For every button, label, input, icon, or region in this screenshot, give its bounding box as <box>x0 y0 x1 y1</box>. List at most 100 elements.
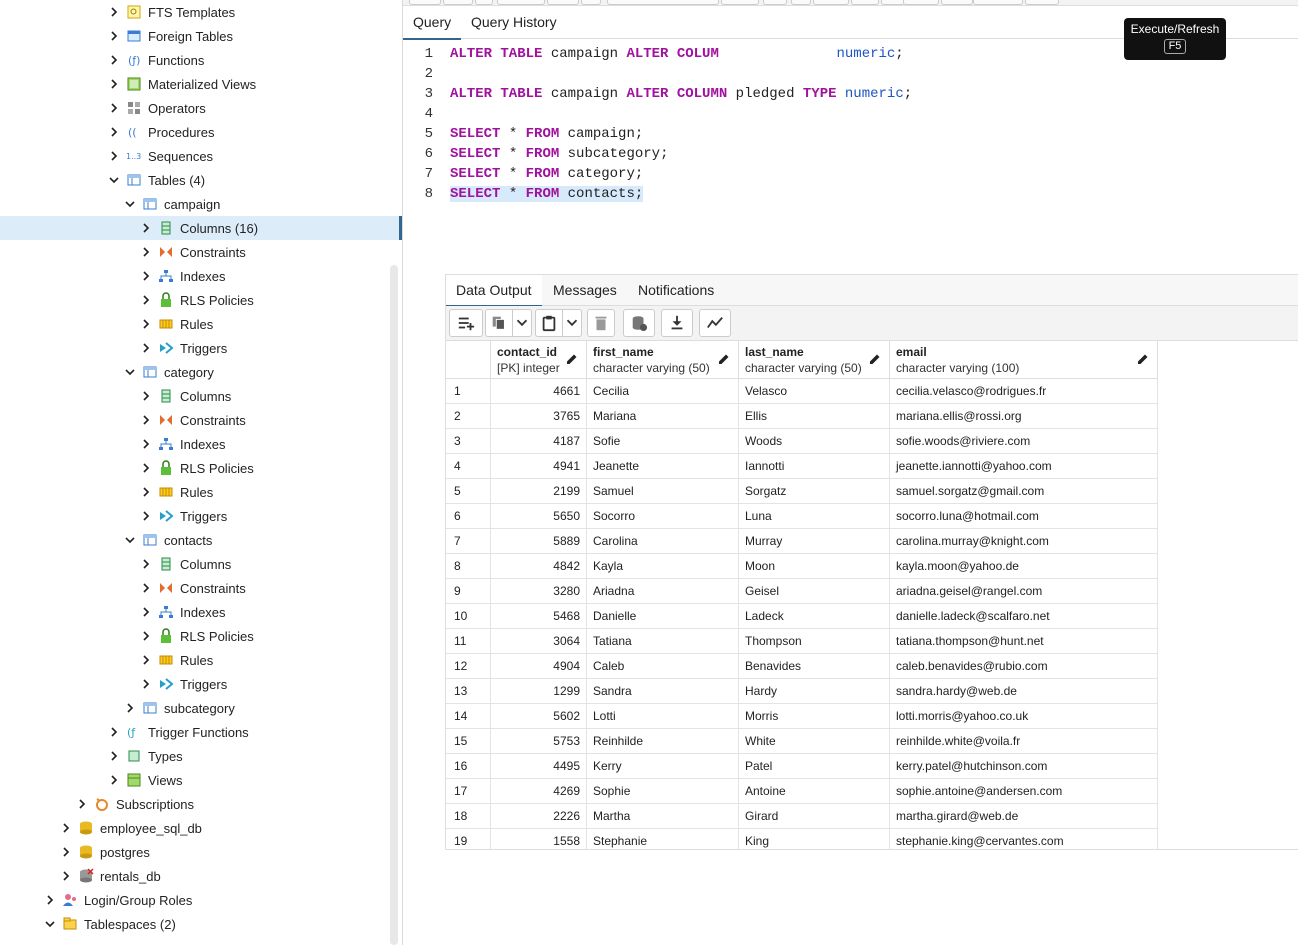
copy-button[interactable] <box>485 309 513 337</box>
chevron-down-icon[interactable] <box>122 192 138 216</box>
chevron-down-icon[interactable] <box>42 912 58 936</box>
cell-email[interactable]: stephanie.king@cervantes.com <box>890 829 1158 849</box>
graph-visualiser-button[interactable] <box>699 309 731 337</box>
table-row[interactable]: 6 5650 Socorro Luna socorro.luna@hotmail.com <box>446 504 1158 529</box>
tree-item-fts-templates[interactable]: FTS Templates <box>106 0 235 24</box>
chevron-right-icon[interactable] <box>138 384 154 408</box>
chevron-right-icon[interactable] <box>106 144 122 168</box>
chevron-right-icon[interactable] <box>122 696 138 720</box>
delete-row-button[interactable] <box>587 309 615 337</box>
row-number[interactable]: 1 <box>446 379 491 404</box>
cell-last-name[interactable]: Sorgatz <box>739 479 890 504</box>
cell-contact-id[interactable]: 4661 <box>491 379 587 404</box>
cell-email[interactable]: kerry.patel@hutchinson.com <box>890 754 1158 779</box>
cell-first-name[interactable]: Martha <box>587 804 739 829</box>
row-number[interactable]: 15 <box>446 729 491 754</box>
cell-email[interactable]: sophie.antoine@andersen.com <box>890 779 1158 804</box>
chevron-right-icon[interactable] <box>138 264 154 288</box>
cell-last-name[interactable]: Geisel <box>739 579 890 604</box>
cell-contact-id[interactable]: 3765 <box>491 404 587 429</box>
tree-item-trigger-functions[interactable]: (ƒ Trigger Functions <box>106 720 249 744</box>
row-number[interactable]: 18 <box>446 804 491 829</box>
row-number[interactable]: 2 <box>446 404 491 429</box>
tree-item-indexes[interactable]: Indexes <box>138 432 226 456</box>
cell-last-name[interactable]: Patel <box>739 754 890 779</box>
column-header-first-name[interactable]: first_name character varying (50) <box>587 341 739 379</box>
chevron-right-icon[interactable] <box>138 624 154 648</box>
tree-item-constraints[interactable]: Constraints <box>138 408 246 432</box>
tree-item-sequences[interactable]: 1..3 Sequences <box>106 144 213 168</box>
cell-email[interactable]: lotti.morris@yahoo.co.uk <box>890 704 1158 729</box>
tab-data-output[interactable]: Data Output <box>446 275 542 307</box>
chevron-down-icon[interactable] <box>106 168 122 192</box>
code-line[interactable]: SELECT * FROM campaign; <box>450 126 643 142</box>
chevron-right-icon[interactable] <box>138 552 154 576</box>
cell-contact-id[interactable]: 4495 <box>491 754 587 779</box>
cell-contact-id[interactable]: 4904 <box>491 654 587 679</box>
tree-item-types[interactable]: Types <box>106 744 183 768</box>
tree-item-rls-policies[interactable]: RLS Policies <box>138 288 254 312</box>
code-line[interactable]: ALTER TABLE campaign ALTER COLUM numeric… <box>450 46 904 62</box>
table-row[interactable]: 14 5602 Lotti Morris lotti.morris@yahoo.co.u… <box>446 704 1158 729</box>
cell-last-name[interactable]: Velasco <box>739 379 890 404</box>
chevron-right-icon[interactable] <box>138 336 154 360</box>
tree-item-rls-policies[interactable]: RLS Policies <box>138 624 254 648</box>
column-header-email[interactable]: email character varying (100) <box>890 341 1158 379</box>
column-header-contact-id[interactable]: contact_id [PK] integer <box>491 341 587 379</box>
tree-item-foreign-tables[interactable]: Foreign Tables <box>106 24 233 48</box>
cell-first-name[interactable]: Carolina <box>587 529 739 554</box>
chevron-right-icon[interactable] <box>106 96 122 120</box>
table-row[interactable]: 2 3765 Mariana Ellis mariana.ellis@rossi.org <box>446 404 1158 429</box>
tree-item-columns[interactable]: Columns <box>138 552 231 576</box>
tree-item-employee-sql-db[interactable]: employee_sql_db <box>58 816 202 840</box>
tree-item-category[interactable]: category <box>122 360 214 384</box>
table-row[interactable]: 1 4661 Cecilia Velasco cecilia.velasco@rodri… <box>446 379 1158 404</box>
row-number[interactable]: 6 <box>446 504 491 529</box>
row-number[interactable]: 5 <box>446 479 491 504</box>
cell-last-name[interactable]: White <box>739 729 890 754</box>
row-number[interactable]: 19 <box>446 829 491 849</box>
chevron-right-icon[interactable] <box>138 408 154 432</box>
cell-last-name[interactable]: Girard <box>739 804 890 829</box>
cell-last-name[interactable]: Murray <box>739 529 890 554</box>
tree-item-materialized-views[interactable]: Materialized Views <box>106 72 256 96</box>
cell-contact-id[interactable]: 3280 <box>491 579 587 604</box>
tree-scrollbar[interactable] <box>390 265 398 945</box>
cell-contact-id[interactable]: 1299 <box>491 679 587 704</box>
edit-pencil-icon[interactable] <box>718 353 730 365</box>
cell-last-name[interactable]: Antoine <box>739 779 890 804</box>
tree-item-subscriptions[interactable]: Subscriptions <box>74 792 194 816</box>
tree-item-tablespaces-2[interactable]: Tablespaces (2) <box>42 912 176 936</box>
cell-email[interactable]: carolina.murray@knight.com <box>890 529 1158 554</box>
chevron-right-icon[interactable] <box>74 792 90 816</box>
cell-contact-id[interactable]: 5468 <box>491 604 587 629</box>
table-row[interactable]: 16 4495 Kerry Patel kerry.patel@hutchinson.c… <box>446 754 1158 779</box>
chevron-down-icon[interactable] <box>122 528 138 552</box>
edit-pencil-icon[interactable] <box>869 353 881 365</box>
cell-first-name[interactable]: Kayla <box>587 554 739 579</box>
chevron-right-icon[interactable] <box>138 432 154 456</box>
tree-item-contacts[interactable]: contacts <box>122 528 212 552</box>
table-row[interactable]: 11 3064 Tatiana Thompson tatiana.thompson@hu… <box>446 629 1158 654</box>
code-line[interactable]: SELECT * FROM category; <box>450 166 643 182</box>
tree-item-tables-4[interactable]: Tables (4) <box>106 168 205 192</box>
cell-last-name[interactable]: Thompson <box>739 629 890 654</box>
save-data-button[interactable] <box>623 309 655 337</box>
cell-first-name[interactable]: Sophie <box>587 779 739 804</box>
row-number[interactable]: 12 <box>446 654 491 679</box>
cell-first-name[interactable]: Jeanette <box>587 454 739 479</box>
table-row[interactable]: 3 4187 Sofie Woods sofie.woods@riviere.com <box>446 429 1158 454</box>
cell-email[interactable]: mariana.ellis@rossi.org <box>890 404 1158 429</box>
row-number[interactable]: 3 <box>446 429 491 454</box>
cell-last-name[interactable]: King <box>739 829 890 849</box>
tree-item-constraints[interactable]: Constraints <box>138 240 246 264</box>
row-number[interactable]: 7 <box>446 529 491 554</box>
tree-item-triggers[interactable]: Triggers <box>138 672 227 696</box>
table-row[interactable]: 7 5889 Carolina Murray carolina.murray@knigh… <box>446 529 1158 554</box>
cell-first-name[interactable]: Sandra <box>587 679 739 704</box>
cell-first-name[interactable]: Lotti <box>587 704 739 729</box>
tree-item-rls-policies[interactable]: RLS Policies <box>138 456 254 480</box>
chevron-right-icon[interactable] <box>58 816 74 840</box>
copy-options-button[interactable] <box>512 309 532 337</box>
tab-notifications[interactable]: Notifications <box>628 275 724 305</box>
